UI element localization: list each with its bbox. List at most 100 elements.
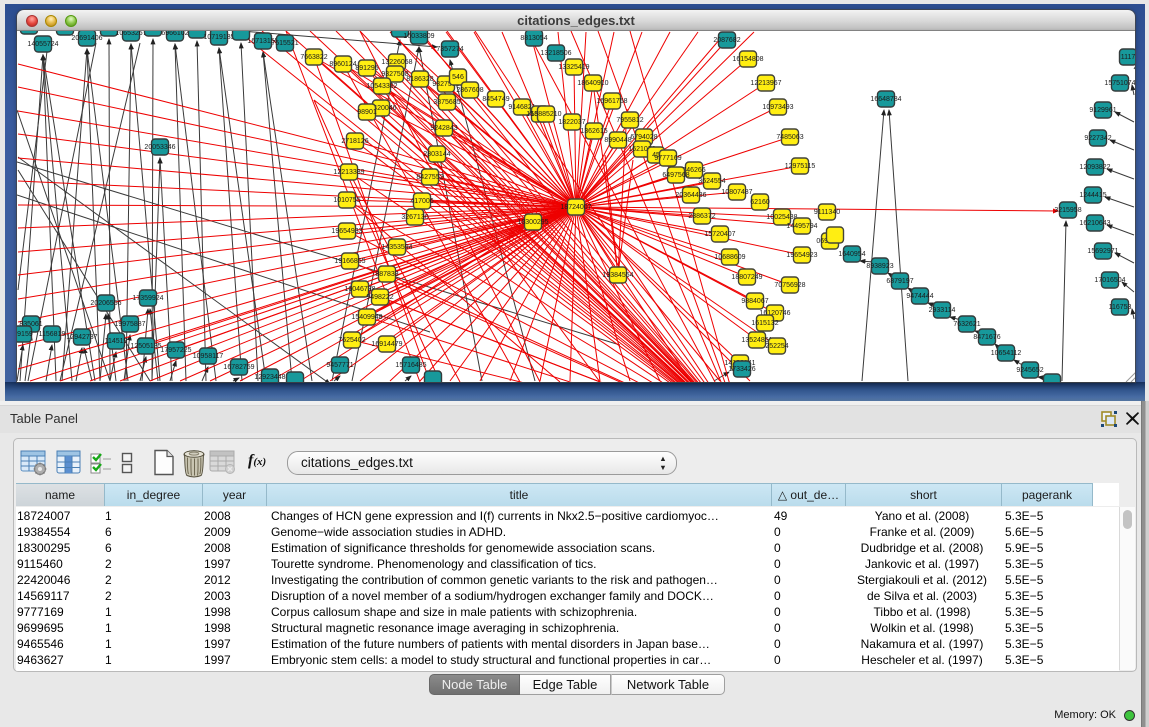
svg-text:14495794: 14495794 [786, 223, 817, 230]
svg-text:252254: 252254 [765, 343, 788, 350]
svg-text:16210643: 16210643 [1079, 220, 1110, 227]
svg-text:9498222: 9498222 [366, 294, 393, 301]
svg-text:8960124: 8960124 [329, 61, 356, 68]
svg-text:7625402: 7625402 [338, 337, 365, 344]
svg-text:13325419: 13325419 [558, 64, 589, 71]
svg-text:8471676: 8471676 [973, 334, 1000, 341]
svg-text:15692971: 15692971 [1087, 248, 1118, 255]
svg-text:10543382: 10543382 [366, 83, 397, 90]
svg-text:1156819: 1156819 [39, 331, 66, 338]
svg-text:1640954: 1640954 [838, 251, 865, 258]
svg-text:20691406: 20691406 [71, 35, 102, 42]
svg-text:9245652: 9245652 [1016, 367, 1043, 374]
svg-text:3267130: 3267130 [401, 214, 428, 221]
svg-text:12213389: 12213389 [333, 169, 364, 176]
svg-text:9474444: 9474444 [906, 293, 933, 300]
svg-text:891295: 891295 [355, 65, 378, 72]
svg-text:98901: 98901 [357, 109, 377, 116]
svg-text:17957225: 17957225 [160, 347, 191, 354]
svg-text:12505135: 12505135 [130, 343, 161, 350]
svg-text:7515521: 7515521 [271, 40, 298, 47]
svg-text:19975887: 19975887 [114, 321, 145, 328]
svg-text:6966102: 6966102 [161, 31, 188, 37]
svg-text:10958117: 10958117 [193, 353, 224, 360]
svg-text:8454749: 8454749 [482, 96, 509, 103]
svg-text:15720407: 15720407 [704, 231, 735, 238]
svg-text:1733426: 1733426 [728, 366, 755, 373]
svg-text:16961758: 16961758 [596, 98, 627, 105]
svg-text:13218506: 13218506 [540, 50, 571, 57]
svg-text:1362615: 1362615 [580, 128, 607, 135]
svg-text:546: 546 [452, 74, 464, 81]
svg-text:2867608: 2867608 [456, 87, 483, 94]
svg-text:9777169: 9777169 [654, 155, 681, 162]
svg-text:2386372: 2386372 [688, 213, 715, 220]
svg-text:9227342: 9227342 [1084, 135, 1111, 142]
svg-text:15409948: 15409948 [351, 314, 382, 321]
svg-text:2718126: 2718126 [341, 138, 368, 145]
svg-text:20206556: 20206556 [90, 300, 121, 307]
svg-text:7632621: 7632621 [953, 321, 980, 328]
svg-text:18724007: 18724007 [560, 204, 591, 211]
svg-text:8990448: 8990448 [604, 137, 631, 144]
svg-text:16914479: 16914479 [371, 341, 402, 348]
svg-text:8813054: 8813054 [520, 35, 547, 42]
svg-text:12093822: 12093822 [1079, 164, 1110, 171]
svg-text:3875685: 3875685 [433, 99, 460, 106]
svg-text:10688609: 10688609 [714, 254, 745, 261]
svg-text:20053346: 20053346 [144, 144, 175, 151]
svg-text:116753: 116753 [1109, 304, 1132, 311]
svg-text:9129961: 9129961 [1089, 107, 1116, 114]
svg-text:15751074: 15751074 [1104, 80, 1135, 87]
svg-text:10807487: 10807487 [721, 189, 752, 196]
svg-text:9884067: 9884067 [741, 298, 768, 305]
svg-text:19654923: 19654923 [786, 252, 817, 259]
svg-text:7485063: 7485063 [776, 134, 803, 141]
svg-text:12213967: 12213967 [750, 80, 781, 87]
svg-text:7357274: 7357274 [436, 46, 463, 53]
svg-text:1822037: 1822037 [558, 119, 585, 126]
svg-text:2803144: 2803144 [423, 151, 450, 158]
svg-text:16648784: 16648784 [870, 96, 901, 103]
svg-text:887833: 887833 [375, 271, 398, 278]
svg-text:9457771: 9457771 [326, 362, 353, 369]
svg-text:15716485: 15716485 [395, 362, 426, 369]
svg-text:39159: 39159 [17, 331, 33, 338]
svg-text:19166855: 19166855 [334, 258, 365, 265]
svg-text:12942737: 12942737 [66, 334, 97, 341]
svg-text:9242843: 9242843 [430, 125, 457, 132]
svg-text:2087682: 2087682 [713, 37, 740, 44]
svg-text:16033809: 16033809 [403, 33, 434, 40]
svg-text:19384554: 19384554 [602, 272, 633, 279]
svg-text:3215958: 3215958 [1054, 207, 1081, 214]
svg-text:17359924: 17359924 [132, 295, 163, 302]
svg-text:9327508: 9327508 [381, 71, 408, 78]
svg-text:18640910: 18640910 [577, 80, 608, 87]
svg-text:1117: 1117 [1121, 54, 1135, 61]
svg-text:15885210: 15885210 [530, 111, 561, 118]
svg-text:14353594: 14353594 [381, 244, 412, 251]
svg-text:3624554: 3624554 [698, 178, 725, 185]
svg-text:1244415: 1244415 [1079, 192, 1106, 199]
svg-text:8186328: 8186328 [406, 76, 433, 83]
svg-text:7955812: 7955812 [616, 117, 643, 124]
svg-text:17016504: 17016504 [1094, 277, 1125, 284]
svg-text:8427552: 8427552 [416, 174, 443, 181]
svg-text:6497568: 6497568 [662, 172, 689, 179]
svg-text:6794028: 6794028 [630, 134, 657, 141]
svg-text:114519: 114519 [105, 338, 128, 345]
svg-text:62160: 62160 [750, 199, 770, 206]
svg-text:16782759: 16782759 [223, 364, 254, 371]
svg-text:16154808: 16154808 [732, 56, 763, 63]
svg-text:10654112: 10654112 [991, 350, 1022, 357]
svg-text:9111340: 9111340 [814, 209, 840, 216]
svg-text:1615132: 1615132 [751, 320, 778, 327]
svg-text:2933114: 2933114 [929, 307, 956, 314]
svg-text:1010755: 1010755 [333, 197, 360, 204]
svg-text:12975115: 12975115 [785, 163, 816, 170]
svg-text:13226058: 13226058 [381, 59, 412, 66]
svg-text:8938923: 8938923 [866, 263, 893, 270]
svg-text:6879197: 6879197 [886, 278, 913, 285]
svg-text:7663822: 7663822 [300, 54, 327, 61]
svg-text:417006: 417006 [410, 198, 433, 205]
